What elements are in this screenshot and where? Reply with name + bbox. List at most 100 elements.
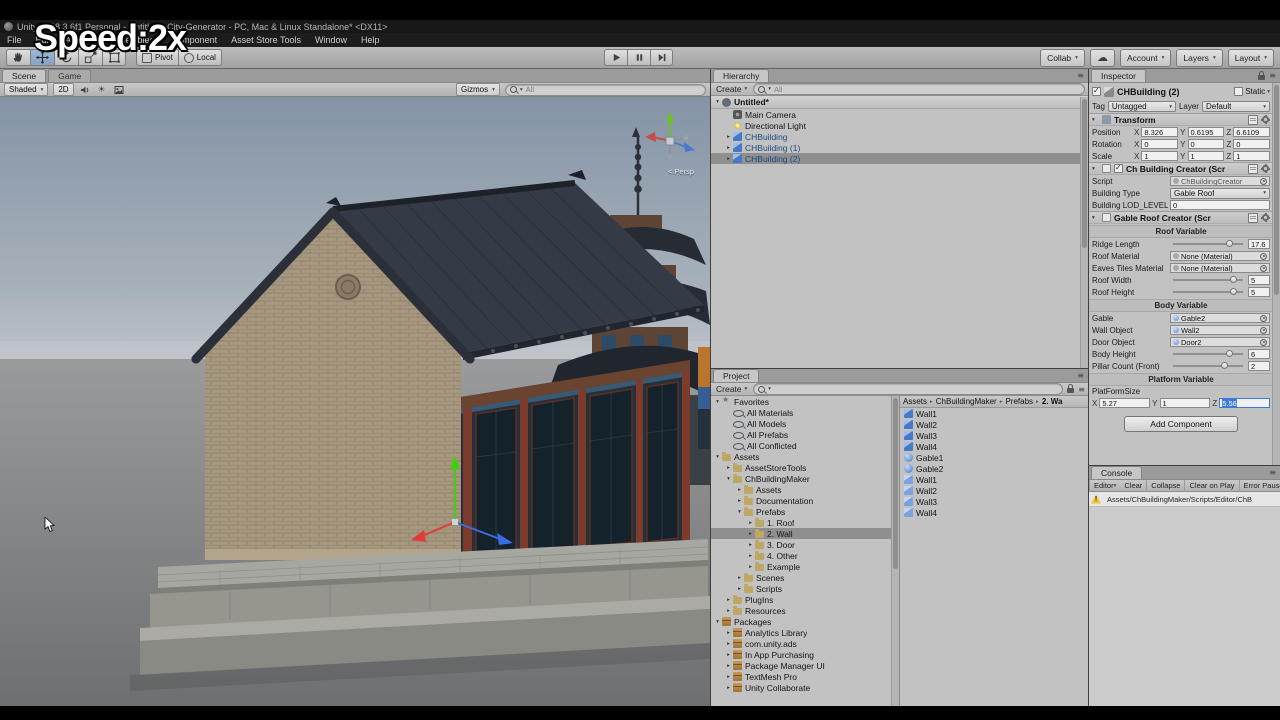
breadcrumb-item[interactable]: Assets [903,397,927,406]
padlock-icon[interactable] [1067,384,1075,393]
expand-arrow[interactable] [735,487,744,493]
expand-arrow[interactable] [735,498,744,504]
expand-arrow[interactable]: ▾ [713,99,722,105]
panel-menu-icon[interactable]: ≡ [1077,71,1084,80]
expand-arrow[interactable] [724,597,733,603]
expand-arrow[interactable] [746,553,755,559]
gable-object-field[interactable]: Gable2 [1170,313,1270,323]
scale-x-field[interactable]: 1 [1141,151,1179,161]
position-x-field[interactable]: 8.326 [1141,127,1179,137]
expand-arrow[interactable] [746,520,755,526]
project-file-item[interactable]: Wall4 [900,441,1088,452]
pause-button[interactable] [627,49,650,66]
ch-building-creator-header[interactable]: ▾ Ch Building Creator (Scr [1089,162,1273,175]
collab-dropdown[interactable]: Collab ▾ [1040,48,1085,67]
inspector-scrollbar[interactable] [1272,83,1280,465]
static-checkbox[interactable] [1234,87,1244,96]
tab-project[interactable]: Project [713,369,760,382]
tab-hierarchy[interactable]: Hierarchy [713,69,770,82]
expand-arrow[interactable] [724,156,733,162]
expand-arrow[interactable] [735,586,744,592]
body-height-slider[interactable] [1173,350,1243,357]
gear-icon[interactable] [1261,213,1270,222]
scene-audio-button[interactable] [79,84,91,95]
project-tree-item[interactable]: 3. Door [711,539,899,550]
expand-arrow[interactable] [735,509,744,515]
script-object-field[interactable]: ChBuildingCreator [1170,176,1270,186]
project-tree-item[interactable]: Prefabs [711,506,899,517]
scene-search-input[interactable]: ▾ All [504,83,706,96]
play-button[interactable] [604,49,627,66]
platform-x-field[interactable]: 5.27 [1099,398,1151,408]
account-dropdown[interactable]: Account ▾ [1119,48,1172,67]
project-tree-item[interactable]: In App Purchasing [711,649,899,660]
project-tree-item[interactable]: All Models [711,418,899,429]
hand-tool-button[interactable] [6,49,30,66]
hierarchy-create-button[interactable]: Create ▾ [714,84,749,94]
project-tree-item[interactable]: Favorites [711,396,899,407]
building-type-dropdown[interactable]: Gable Roof ▾ [1170,187,1270,199]
platform-z-field[interactable]: 5.56 [1219,398,1271,408]
hierarchy-search-input[interactable]: ▾ All [753,83,1085,95]
layer-dropdown[interactable]: Default ▾ [1201,101,1271,112]
tag-dropdown[interactable]: Untagged ▾ [1107,101,1176,112]
roof-height-field[interactable]: 5 [1248,287,1270,297]
project-file-item[interactable]: Wall4 [900,507,1088,518]
hierarchy-item[interactable]: CHBuilding (2) [711,153,1088,164]
expand-arrow[interactable] [713,619,722,625]
breadcrumb-item[interactable]: ChBuildingMaker [927,397,997,406]
reference-icon[interactable] [1248,163,1258,174]
project-tree-item[interactable]: AssetStoreTools [711,462,899,473]
expand-arrow[interactable] [724,652,733,658]
expand-arrow[interactable] [724,608,733,614]
add-component-button[interactable]: Add Component [1124,416,1238,432]
project-file-item[interactable]: Wall3 [900,496,1088,507]
project-tree-item[interactable]: All Materials [711,407,899,418]
expand-arrow[interactable] [746,542,755,548]
slider-knob[interactable] [1230,276,1238,283]
shading-mode-dropdown[interactable]: Shaded ▾ [4,83,49,96]
project-tree-item[interactable]: All Conflicted [711,440,899,451]
breadcrumb-item[interactable]: Prefabs [997,397,1033,406]
project-tree-item[interactable]: Unity Collaborate [711,682,899,693]
console-toolbar-button[interactable]: Collapse [1147,479,1186,492]
door-object-field[interactable]: Door2 [1170,337,1270,347]
hierarchy-scrollbar[interactable] [1080,97,1088,368]
menu-item[interactable]: File [0,33,29,47]
cloud-services-button[interactable]: ☁ [1089,48,1115,67]
object-picker-icon[interactable] [1260,326,1267,334]
expand-arrow[interactable] [724,663,733,669]
console-editor-dropdown[interactable]: Editor ▾ [1089,479,1120,492]
scene-effects-dropdown[interactable] [113,84,125,95]
project-file-item[interactable]: Gable1 [900,452,1088,463]
panel-menu-icon[interactable]: ≡ [1078,385,1085,394]
expand-arrow[interactable] [724,674,733,680]
component-enabled-checkbox[interactable] [1114,163,1123,173]
project-file-item[interactable]: Gable2 [900,463,1088,474]
breadcrumb-item[interactable]: 2. Wa [1033,397,1063,406]
ridge-length-slider[interactable] [1173,240,1243,247]
scene-view-tab[interactable]: Game [48,69,92,82]
building-lod-field[interactable]: 0 [1170,200,1270,210]
project-tree-item[interactable]: Example [711,561,899,572]
scale-z-field[interactable]: 1 [1233,151,1271,161]
project-tree-item[interactable]: TextMesh Pro [711,671,899,682]
project-tree-item[interactable]: Documentation [711,495,899,506]
panel-menu-icon[interactable]: ≡ [1269,71,1276,80]
expand-arrow[interactable] [735,575,744,581]
2d-toggle-button[interactable]: 2D [53,83,74,96]
position-z-field[interactable]: 6.6109 [1233,127,1271,137]
scrollbar-thumb[interactable] [1274,85,1279,296]
console-toolbar-button[interactable]: Error Pause [1240,480,1280,492]
scene-lighting-button[interactable]: ☀ [96,84,108,95]
gizmos-dropdown[interactable]: Gizmos ▾ [456,83,500,96]
expand-arrow[interactable] [724,134,733,140]
tab-inspector[interactable]: Inspector [1091,69,1146,82]
rotation-z-field[interactable]: 0 [1233,139,1271,149]
project-tree-item[interactable]: com.unity.ads [711,638,899,649]
project-file-item[interactable]: Wall1 [900,474,1088,485]
expand-arrow[interactable] [724,145,733,151]
position-y-field[interactable]: 0.6195 [1187,127,1225,137]
padlock-icon[interactable] [1258,70,1266,80]
console-toolbar-button[interactable]: Clear [1120,479,1148,492]
